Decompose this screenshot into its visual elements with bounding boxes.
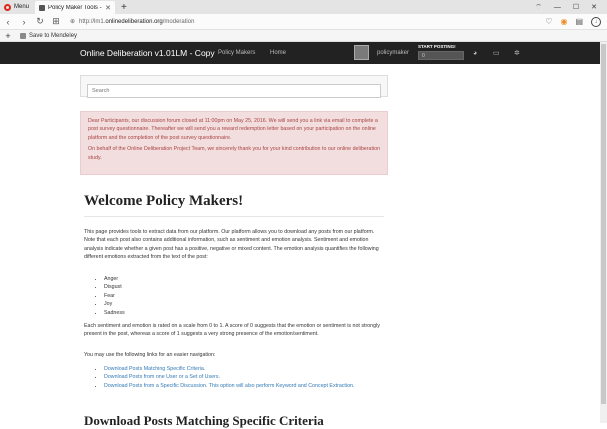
browser-menu-label: Menu	[14, 4, 30, 10]
download-icon[interactable]: ↓	[591, 16, 601, 27]
url-prefix: http://lm1.	[79, 18, 106, 25]
intro-paragraph: This page provides tools to extract data…	[84, 229, 379, 261]
link-download-users[interactable]: Download Posts from one User or a Set of…	[104, 374, 220, 380]
browser-address-bar: ‹ › ↻ ⊞ ⊕ http://lm1.onlinedeliberation.…	[0, 14, 607, 30]
add-bookmark-icon[interactable]: +	[0, 31, 16, 41]
page-scrollbar[interactable]	[600, 42, 607, 423]
opera-logo-icon	[4, 3, 11, 11]
url-path: /moderation	[162, 18, 195, 25]
tab-favicon-icon	[39, 4, 46, 11]
reload-icon[interactable]: ↻	[32, 16, 48, 27]
bookmark-save-to-mendeley[interactable]: Save to Mendeley	[16, 32, 81, 39]
forward-icon[interactable]: ›	[16, 17, 32, 27]
alert-paragraph-2: On behalf of the Online Deliberation Pro…	[88, 146, 380, 161]
list-item: Disgust	[104, 283, 125, 291]
site-brand[interactable]: Online Deliberation v1.01LM - Copy	[80, 48, 215, 58]
minimize-icon[interactable]: —	[554, 4, 561, 11]
speed-dial-icon[interactable]: ⊞	[48, 16, 64, 27]
start-posting-label: START POSTING!	[418, 44, 456, 49]
browser-tab-strip: Menu Policy Maker Tools - Onli ✕ + ⌔ — ☐…	[0, 0, 607, 14]
emotion-list: Anger Disgust Fear Joy Sadness	[96, 275, 125, 317]
nav-link-home[interactable]: Home	[270, 50, 286, 56]
bookmarks-bar: + Save to Mendeley	[0, 30, 607, 42]
nav-link-policy-makers[interactable]: Policy Makers	[218, 50, 255, 56]
list-item: Fear	[104, 292, 125, 300]
closure-alert: Dear Participants, our discussion forum …	[80, 111, 388, 175]
link-download-discussion[interactable]: Download Posts from a Specific Discussio…	[104, 383, 354, 389]
heart-icon[interactable]: ♡	[545, 17, 552, 26]
url-text: http://lm1.onlinedeliberation.org/modera…	[79, 19, 194, 25]
user-avatar[interactable]	[354, 45, 369, 60]
wifi-icon[interactable]: ⌔	[535, 3, 542, 12]
site-navbar: Online Deliberation v1.01LM - Copy Polic…	[0, 42, 607, 64]
close-tab-icon[interactable]: ✕	[105, 4, 111, 12]
list-item: Joy	[104, 300, 125, 308]
user-name[interactable]: policymaker	[377, 50, 409, 56]
close-window-icon[interactable]: ✕	[591, 3, 597, 11]
alert-paragraph-1: Dear Participants, our discussion forum …	[88, 118, 378, 141]
list-item: Download Posts from a Specific Discussio…	[104, 382, 386, 390]
navigation-paragraph: You may use the following links for an e…	[84, 352, 216, 358]
link-download-criteria[interactable]: Download Posts Matching Specific Criteri…	[104, 366, 205, 372]
browser-menu-button[interactable]: Menu	[0, 0, 35, 14]
scale-paragraph: Each sentiment and emotion is rated on a…	[84, 323, 380, 338]
section-title: Download Posts Matching Specific Criteri…	[84, 413, 324, 428]
search-panel	[80, 75, 388, 98]
url-field[interactable]: ⊕ http://lm1.onlinedeliberation.org/mode…	[70, 16, 539, 28]
address-bar-actions: ♡ ◉ ▤ ↓	[545, 16, 607, 27]
globe-icon: ⊕	[70, 19, 76, 25]
new-tab-button[interactable]: +	[115, 2, 133, 13]
title-divider	[84, 216, 384, 217]
list-item: Sadness	[104, 309, 125, 317]
page-title: Welcome Policy Makers!	[84, 193, 244, 209]
vpn-shield-icon[interactable]: ▤	[575, 17, 583, 26]
gear-icon[interactable]: ✲	[514, 49, 520, 57]
back-icon[interactable]: ‹	[0, 17, 16, 27]
list-item: Anger	[104, 275, 125, 283]
navigation-links: Download Posts Matching Specific Criteri…	[96, 365, 386, 390]
start-posting-field[interactable]: 0	[418, 51, 464, 60]
inbox-icon[interactable]: ▭	[493, 49, 500, 57]
mendeley-icon	[20, 32, 26, 39]
scrollbar-thumb[interactable]	[601, 44, 606, 404]
tab-title: Policy Maker Tools - Onli	[48, 4, 102, 11]
bookmark-label: Save to Mendeley	[29, 32, 78, 39]
search-input[interactable]	[87, 84, 381, 98]
rss-icon[interactable]: ◉	[560, 17, 567, 26]
url-host: onlinedeliberation.org	[105, 18, 163, 25]
globe-nav-icon[interactable]: ◕	[473, 50, 477, 57]
list-item: Download Posts Matching Specific Criteri…	[104, 365, 386, 373]
list-item: Download Posts from one User or a Set of…	[104, 373, 386, 381]
browser-tab[interactable]: Policy Maker Tools - Onli ✕	[35, 1, 116, 14]
maximize-icon[interactable]: ☐	[573, 3, 579, 11]
window-controls: ⌔ — ☐ ✕	[535, 3, 607, 12]
